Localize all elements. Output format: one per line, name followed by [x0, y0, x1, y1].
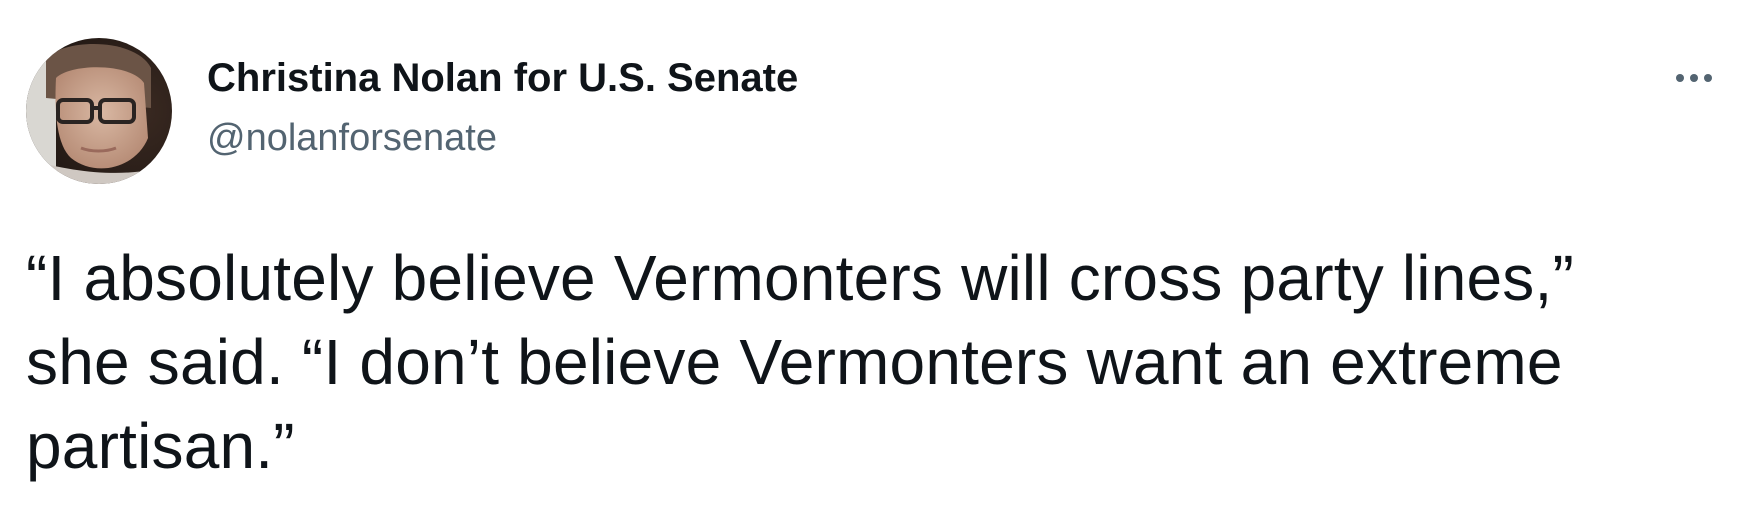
more-horizontal-icon [1676, 74, 1684, 82]
tweet-card: Christina Nolan for U.S. Senate @nolanfo… [0, 0, 1752, 530]
tweet-text-line: partisan.” [26, 410, 295, 482]
more-horizontal-icon-dot [1690, 74, 1698, 82]
author-avatar[interactable] [26, 38, 172, 184]
tweet-text-line: “I absolutely believe Vermonters will cr… [26, 242, 1574, 314]
tweet-text-line: she said. “I don’t believe Vermonters wa… [26, 326, 1563, 398]
author-handle[interactable]: @nolanforsenate [207, 114, 497, 162]
avatar-photo [26, 38, 172, 184]
more-options-button[interactable] [1664, 56, 1724, 100]
author-display-name[interactable]: Christina Nolan for U.S. Senate [207, 54, 798, 102]
more-horizontal-icon-dot [1704, 74, 1712, 82]
tweet-text: “I absolutely believe Vermonters will cr… [26, 236, 1726, 488]
